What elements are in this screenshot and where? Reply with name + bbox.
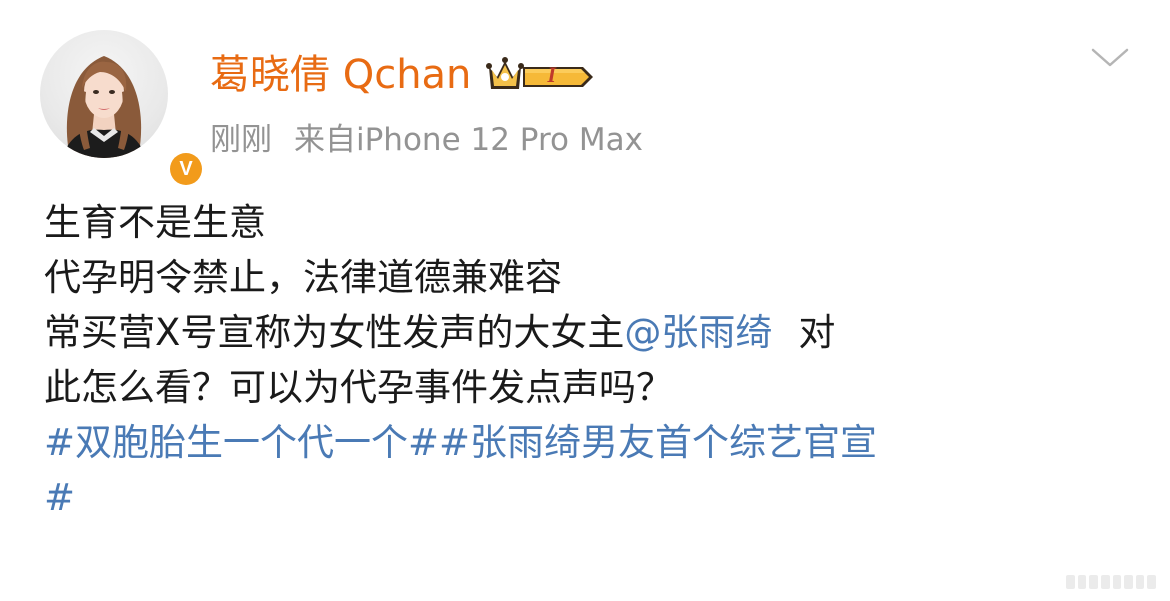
- content-line: 代孕明令禁止，法律道德兼难容: [44, 256, 562, 299]
- verified-letter: V: [170, 153, 202, 185]
- content-text: 对: [798, 311, 836, 354]
- hashtag-link[interactable]: #双胞胎生一个代一个#: [44, 421, 439, 464]
- post-content: 生育不是生意 代孕明令禁止，法律道德兼难容 常买营X号宣称为女性发声的大女主@张…: [44, 195, 1134, 525]
- author-avatar[interactable]: V: [40, 30, 205, 188]
- content-line: 此怎么看？可以为代孕事件发点声吗？: [44, 366, 673, 409]
- member-level: I: [547, 62, 556, 87]
- verified-v-icon: V: [167, 150, 205, 188]
- content-line: #双胞胎生一个代一个##张雨绮男友首个综艺官宣: [44, 415, 1134, 470]
- mention-link[interactable]: @张雨绮: [624, 311, 772, 354]
- avatar-photo: [40, 30, 168, 158]
- watermark: [1066, 575, 1156, 589]
- hashtag-link[interactable]: #张雨绮男友首个综艺官宣: [439, 421, 877, 464]
- post-time: 刚刚: [210, 121, 272, 158]
- content-line: #: [44, 470, 1134, 525]
- author-name[interactable]: 葛晓倩 Qchan: [210, 48, 471, 102]
- post-meta: 刚刚 来自iPhone 12 Pro Max: [210, 114, 643, 158]
- author-header: 葛晓倩 Qchan I: [210, 48, 597, 102]
- post-source: 来自iPhone 12 Pro Max: [294, 121, 643, 158]
- hashtag-link[interactable]: #: [44, 476, 75, 519]
- content-line: 常买营X号宣称为女性发声的大女主@张雨绮对: [44, 305, 1134, 360]
- content-text: 常买营X号宣称为女性发声的大女主: [44, 311, 625, 354]
- content-line: 生育不是生意: [44, 201, 266, 244]
- crown-member-icon[interactable]: I: [485, 53, 597, 97]
- chevron-down-icon[interactable]: [1090, 46, 1130, 70]
